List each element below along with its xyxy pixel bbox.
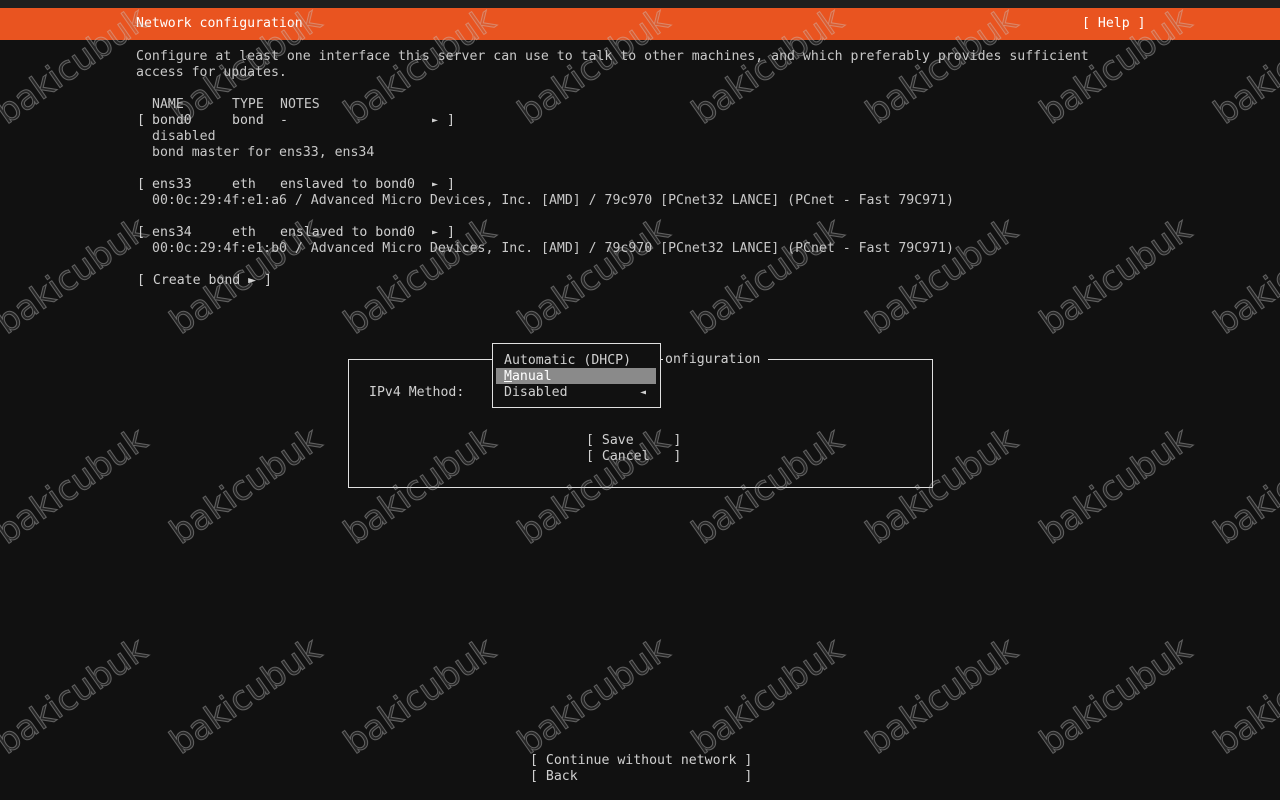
intro-line-1: Configure at least one interface this se… (136, 49, 1089, 64)
watermark-text: bakicubuk (685, 629, 851, 762)
create-bond-button[interactable]: [ Create bond ► ] (137, 273, 272, 289)
watermark-text: bakicubuk (1033, 629, 1199, 762)
watermark-text: bakicubuk (337, 629, 503, 762)
watermark-text: bakicubuk (859, 209, 1025, 342)
bracket-close: ] (447, 113, 455, 128)
watermark-text: bakicubuk (163, 629, 329, 762)
interface-detail: 00:0c:29:4f:e1:b0 / Advanced Micro Devic… (152, 241, 954, 256)
dialog-title: onfiguration (663, 352, 769, 368)
option-automatic-dhcp[interactable]: Automatic (DHCP) (504, 353, 631, 369)
option-manual-rest: anual (511, 369, 552, 384)
interface-type: eth (232, 177, 256, 192)
watermark-text: bakicubuk (859, 629, 1025, 762)
interface-type: bond (232, 113, 264, 128)
option-disabled[interactable]: Disabled (504, 385, 568, 401)
column-header-type: TYPE (232, 97, 264, 112)
page-title: Network configuration (136, 16, 303, 31)
dropdown-arrow-icon: ◄ (640, 387, 647, 398)
continue-without-network-button[interactable]: [ Continue without network ] (530, 753, 752, 769)
header-bar: Network configuration [ Help ] (0, 8, 1280, 40)
watermark-text: bakicubuk (1033, 419, 1199, 552)
interface-menu-arrow-icon[interactable]: ► (432, 225, 438, 241)
top-strip (0, 0, 1280, 8)
ipv4-method-label: IPv4 Method: (369, 385, 465, 400)
column-header-name: NAME (152, 97, 184, 112)
help-button[interactable]: [ Help ] (1082, 16, 1146, 32)
interface-detail: 00:0c:29:4f:e1:a6 / Advanced Micro Devic… (152, 193, 954, 208)
watermark-text: bakicubuk (1207, 209, 1280, 342)
interface-notes: - (280, 113, 288, 128)
interface-detail: bond master for ens33, ens34 (152, 145, 375, 160)
intro-line-2: access for updates. (136, 65, 287, 80)
watermark-text: bakicubuk (1207, 629, 1280, 762)
ipv4-method-dropdown[interactable]: Automatic (DHCP) Manual Disabled ◄ (492, 343, 661, 408)
interface-detail: disabled (152, 129, 216, 144)
option-manual-initial: M (504, 369, 512, 384)
bracket-open: [ (137, 113, 145, 128)
watermark-text: bakicubuk (1033, 209, 1199, 342)
interface-menu-arrow-icon[interactable]: ► (432, 113, 438, 129)
interface-name: ens34 (152, 225, 192, 240)
interface-notes: enslaved to bond0 (280, 225, 415, 240)
watermark-text: bakicubuk (511, 629, 677, 762)
watermark-text: bakicubuk (0, 419, 155, 552)
interface-menu-arrow-icon[interactable]: ► (432, 177, 438, 193)
watermark-text: bakicubuk (0, 629, 155, 762)
bracket-close: ] (447, 177, 455, 192)
watermark-text: bakicubuk (511, 209, 677, 342)
bracket-open: [ (137, 225, 145, 240)
bracket-close: ] (447, 225, 455, 240)
interface-name: bond0 (152, 113, 192, 128)
bracket-open: [ (137, 177, 145, 192)
watermark-text: bakicubuk (163, 419, 329, 552)
interface-notes: enslaved to bond0 (280, 177, 415, 192)
cancel-button[interactable]: [ Cancel ] (586, 449, 681, 465)
save-button[interactable]: [ Save ] (586, 433, 681, 449)
option-manual[interactable]: Manual (504, 369, 552, 385)
column-header-notes: NOTES (280, 97, 320, 112)
interface-type: eth (232, 225, 256, 240)
watermark-text: bakicubuk (0, 209, 155, 342)
watermark-text: bakicubuk (685, 209, 851, 342)
interface-name: ens33 (152, 177, 192, 192)
watermark-text: bakicubuk (1207, 419, 1280, 552)
back-button[interactable]: [ Back ] (530, 769, 752, 785)
